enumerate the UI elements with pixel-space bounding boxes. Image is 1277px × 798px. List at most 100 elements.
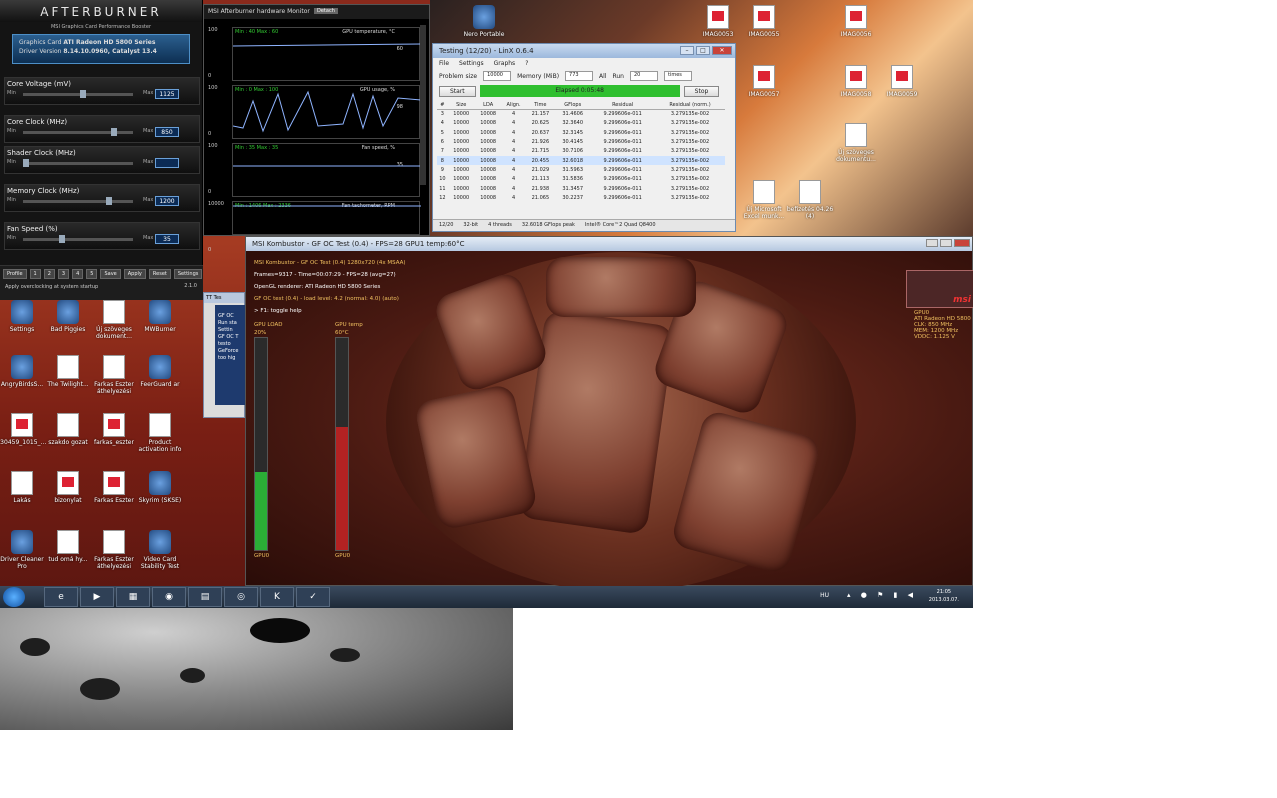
settings-button[interactable]: Settings bbox=[173, 269, 203, 279]
table-row[interactable]: 9 10000 10008 4 21.029 31.5963 9.299606e-011 3.… bbox=[437, 165, 725, 174]
desktop-icon[interactable]: IMAG0057 bbox=[738, 65, 790, 98]
menu-help[interactable]: ? bbox=[525, 60, 528, 67]
runs-input[interactable]: 20 bbox=[630, 71, 658, 81]
monitor-scrollbar[interactable] bbox=[420, 25, 426, 185]
desktop-icon[interactable]: IMAG0059 bbox=[876, 65, 928, 98]
slider-thumb[interactable] bbox=[106, 197, 113, 205]
column-header[interactable]: Time bbox=[525, 101, 556, 110]
column-header[interactable]: LDA bbox=[474, 101, 502, 110]
profile-3-button[interactable]: 3 bbox=[57, 269, 70, 279]
problem-size-input[interactable]: 10000 bbox=[483, 71, 512, 81]
desktop-icon[interactable]: The Twilight... bbox=[42, 355, 94, 388]
profile-2-button[interactable]: 2 bbox=[43, 269, 55, 279]
slider-track[interactable] bbox=[23, 197, 133, 205]
menu-file[interactable]: File bbox=[439, 60, 449, 67]
taskbar-app-button[interactable]: ◎ bbox=[224, 587, 258, 607]
clock[interactable]: 21:05 2013.03.07. bbox=[929, 588, 959, 604]
stop-button[interactable]: Stop bbox=[683, 85, 720, 97]
column-header[interactable]: Residual bbox=[590, 101, 656, 110]
reset-button[interactable]: Reset bbox=[148, 269, 171, 279]
desktop-icon[interactable]: bizonylat bbox=[42, 471, 94, 504]
apply-button[interactable]: Apply bbox=[123, 269, 146, 279]
taskbar-app-button[interactable]: ▶ bbox=[80, 587, 114, 607]
start-button[interactable] bbox=[3, 587, 25, 607]
desktop-icon[interactable]: farkas_eszter bbox=[88, 413, 140, 446]
desktop-icon[interactable]: Video Card Stability Test bbox=[134, 530, 186, 570]
taskbar-app-button[interactable]: K bbox=[260, 587, 294, 607]
desktop-icon[interactable]: Lakás bbox=[0, 471, 48, 504]
slider-track[interactable] bbox=[23, 235, 133, 243]
taskbar-app-button[interactable]: ▦ bbox=[116, 587, 150, 607]
startup-status[interactable]: Apply overclocking at system startup bbox=[5, 284, 98, 290]
desktop-icon[interactable]: IMAG0055 bbox=[738, 5, 790, 38]
profile-4-button[interactable]: 4 bbox=[72, 269, 84, 279]
minimize-button[interactable] bbox=[926, 239, 938, 247]
start-button[interactable]: Start bbox=[439, 85, 476, 97]
desktop-icon[interactable]: szakdo gozat bbox=[42, 413, 94, 446]
table-row[interactable]: 6 10000 10008 4 21.926 30.4145 9.299606e-011 3.… bbox=[437, 137, 725, 146]
slider-thumb[interactable] bbox=[80, 90, 87, 98]
taskbar-app-button[interactable]: ✓ bbox=[296, 587, 330, 607]
desktop-icon[interactable]: Új Microsoft Excel munk... bbox=[738, 180, 790, 220]
profile-5-button[interactable]: 5 bbox=[86, 269, 98, 279]
taskbar-app-button[interactable]: e bbox=[44, 587, 78, 607]
times-select[interactable]: times bbox=[664, 71, 692, 81]
column-header[interactable]: Align. bbox=[501, 101, 526, 110]
maximize-button[interactable]: □ bbox=[696, 46, 710, 55]
menu-settings[interactable]: Settings bbox=[459, 60, 484, 67]
desktop-icon[interactable]: Farkas Eszter áthelyezési bbox=[88, 355, 140, 395]
desktop-icon[interactable]: Settings bbox=[0, 300, 48, 333]
desktop-icon[interactable]: befizetés 04.26 (4) bbox=[784, 180, 836, 220]
desktop-icon[interactable]: FeerGuard ar bbox=[134, 355, 186, 388]
table-row[interactable]: 4 10000 10008 4 20.625 32.3640 9.299606e-011 3.… bbox=[437, 119, 725, 128]
desktop-icon[interactable]: IMAG0056 bbox=[830, 5, 882, 38]
desktop-icon[interactable]: Farkas Eszter bbox=[88, 471, 140, 504]
desktop-icon[interactable]: IMAG0058 bbox=[830, 65, 882, 98]
table-row[interactable]: 5 10000 10008 4 20.637 32.3145 9.299606e-011 3.… bbox=[437, 128, 725, 137]
profile-1-button[interactable]: 1 bbox=[29, 269, 41, 279]
desktop-icon[interactable]: r30459_1015_... bbox=[0, 413, 48, 446]
maximize-button[interactable] bbox=[940, 239, 952, 247]
desktop-icon[interactable]: IMAG0053 bbox=[692, 5, 744, 38]
column-header[interactable]: GFlops bbox=[555, 101, 591, 110]
desktop-icon[interactable]: AngryBirdsS... bbox=[0, 355, 48, 388]
kombustor-titlebar[interactable]: MSI Kombustor - GF OC Test (0.4) - FPS=2… bbox=[246, 237, 972, 251]
detach-button[interactable]: Detach bbox=[314, 8, 338, 14]
desktop-icon[interactable]: Nero Portable bbox=[458, 5, 510, 38]
slider-track[interactable] bbox=[23, 90, 133, 98]
slider-track[interactable] bbox=[23, 159, 133, 167]
column-header[interactable]: Residual (norm.) bbox=[655, 101, 725, 110]
desktop-icon[interactable]: Product activation info bbox=[134, 413, 186, 453]
slider-track[interactable] bbox=[23, 128, 133, 136]
slider-thumb[interactable] bbox=[59, 235, 66, 243]
desktop-icon[interactable]: Új szöveges dokument... bbox=[88, 300, 140, 340]
desktop-icon[interactable]: MWBurner bbox=[134, 300, 186, 333]
column-header[interactable]: Size bbox=[447, 101, 475, 110]
desktop-icon[interactable]: Driver Cleaner Pro bbox=[0, 530, 48, 570]
desktop-icon[interactable]: Farkas Eszter áthelyezési bbox=[88, 530, 140, 570]
table-row[interactable]: 8 10000 10008 4 20.455 32.6018 9.299606e-011 3.… bbox=[437, 155, 725, 166]
slider-thumb[interactable] bbox=[23, 159, 29, 167]
slider-thumb[interactable] bbox=[111, 128, 118, 136]
desktop-icon[interactable]: Bad Piggies bbox=[42, 300, 94, 333]
table-row[interactable]: 7 10000 10008 4 21.715 30.7106 9.299606e-011 3.… bbox=[437, 147, 725, 156]
close-button[interactable] bbox=[954, 239, 970, 247]
menu-graphs[interactable]: Graphs bbox=[494, 60, 516, 67]
column-header[interactable]: # bbox=[437, 101, 448, 110]
close-button[interactable]: ✕ bbox=[712, 46, 732, 55]
desktop-icon[interactable]: Skyrim (SKSE) bbox=[134, 471, 186, 504]
taskbar-app-button[interactable]: ◉ bbox=[152, 587, 186, 607]
table-row[interactable]: 3 10000 10008 4 21.157 31.4606 9.299606e-011 3.… bbox=[437, 110, 725, 119]
table-row[interactable]: 12 10000 10008 4 21.065 30.2237 9.299606e-011 3… bbox=[437, 193, 725, 202]
all-button[interactable]: All bbox=[599, 73, 606, 80]
minimize-button[interactable]: – bbox=[680, 46, 694, 55]
system-tray[interactable]: ▴ ● ⚑ ▮ ◀ bbox=[847, 591, 917, 599]
desktop-icon[interactable]: Új szöveges dokumentu... bbox=[830, 123, 882, 163]
table-row[interactable]: 11 10000 10008 4 21.938 31.3457 9.299606e-011 3… bbox=[437, 184, 725, 193]
table-row[interactable]: 10 10000 10008 4 21.113 31.5836 9.299606e-011 3… bbox=[437, 175, 725, 184]
desktop-icon[interactable]: tud omá hy... bbox=[42, 530, 94, 563]
taskbar-app-button[interactable]: ▤ bbox=[188, 587, 222, 607]
save-button[interactable]: Save bbox=[100, 269, 121, 279]
language-indicator[interactable]: HU bbox=[820, 592, 829, 599]
memory-input[interactable]: 773 bbox=[565, 71, 594, 81]
